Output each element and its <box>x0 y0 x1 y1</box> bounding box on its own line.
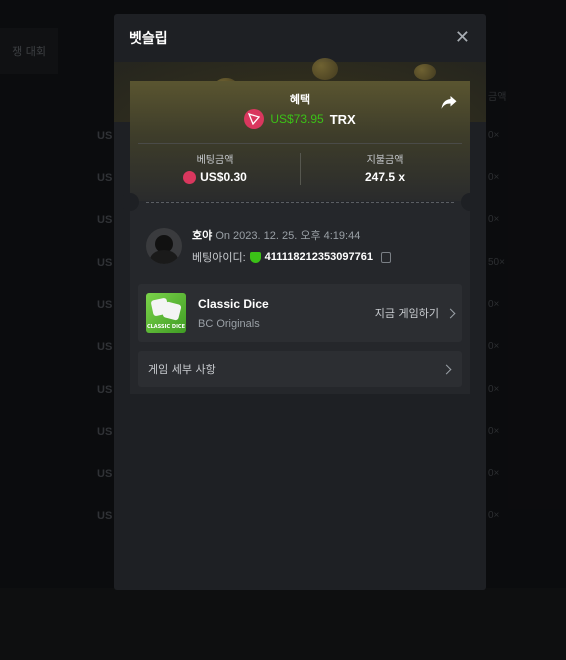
game-details-label: 게임 세부 사항 <box>148 363 216 376</box>
reward-value: US$73.95 <box>270 112 324 126</box>
chevron-right-icon <box>441 364 452 374</box>
trx-icon <box>244 109 265 129</box>
reward-currency: TRX <box>329 111 356 127</box>
copy-icon[interactable] <box>380 251 391 263</box>
player-details: 호야 On 2023. 12. 25. 오후 4:19:44 베팅아이디: 41… <box>192 227 391 265</box>
ticket-perforation <box>146 202 454 203</box>
game-title: Classic Dice <box>198 296 269 311</box>
play-now-label: 지금 게임하기 <box>374 307 439 320</box>
coin-decoration <box>414 64 436 80</box>
close-icon[interactable]: ✕ <box>455 29 470 47</box>
trx-icon <box>183 170 197 184</box>
ticket-notch <box>461 193 479 211</box>
game-thumb-label: CLASSIC DICE <box>146 324 186 330</box>
bet-id: 411118212353097761 <box>264 251 373 263</box>
divider <box>138 143 462 144</box>
player-line: 호야 On 2023. 12. 25. 오후 4:19:44 <box>192 227 391 243</box>
modal-header: 벳슬립 ✕ <box>114 14 486 62</box>
play-now-button[interactable]: 지금 게임하기 <box>374 305 456 321</box>
game-thumbnail: CLASSIC DICE <box>146 293 186 333</box>
player-info: 호야 On 2023. 12. 25. 오후 4:19:44 베팅아이디: 41… <box>146 227 391 265</box>
game-card[interactable]: CLASSIC DICE Classic Dice BC Originals 지… <box>138 284 462 342</box>
bet-amount-value: US$0.30 <box>200 170 247 184</box>
payout-value: 247.5 x <box>364 170 406 184</box>
bet-id-label: 베팅아이디: <box>192 252 246 264</box>
game-text: Classic Dice BC Originals <box>198 297 269 330</box>
payout: 지불금액 247.5 x <box>300 151 470 184</box>
reward-amount: US$73.95 TRX <box>130 109 470 129</box>
player-name[interactable]: 호야 <box>192 230 212 242</box>
ticket-notch <box>121 193 139 211</box>
bet-id-line: 베팅아이디: 411118212353097761 <box>192 249 391 265</box>
dice-icon <box>162 301 182 321</box>
bet-ticket: 혜택 US$73.95 TRX 베팅금액 US$0.30 지불금액 247.5 … <box>121 81 479 394</box>
bet-amount: 베팅금액 US$0.30 <box>130 151 300 184</box>
coin-decoration <box>312 58 338 80</box>
avatar[interactable] <box>146 228 182 264</box>
reward-label: 혜택 <box>289 93 311 106</box>
chevron-right-icon <box>445 308 456 318</box>
betslip-modal: 벳슬립 ✕ 혜택 US$73.95 TRX 베팅금액 US$0.30 지불금액 … <box>114 14 486 590</box>
bet-amount-label: 베팅금액 <box>196 155 234 166</box>
payout-label: 지불금액 <box>366 155 404 166</box>
game-details-button[interactable]: 게임 세부 사항 <box>138 351 462 387</box>
bet-timestamp: On 2023. 12. 25. 오후 4:19:44 <box>215 230 361 242</box>
bet-amount-value-row: US$0.30 <box>130 170 300 184</box>
modal-title: 벳슬립 <box>129 31 168 47</box>
game-provider: BC Originals <box>198 317 260 330</box>
shield-icon <box>249 251 261 263</box>
